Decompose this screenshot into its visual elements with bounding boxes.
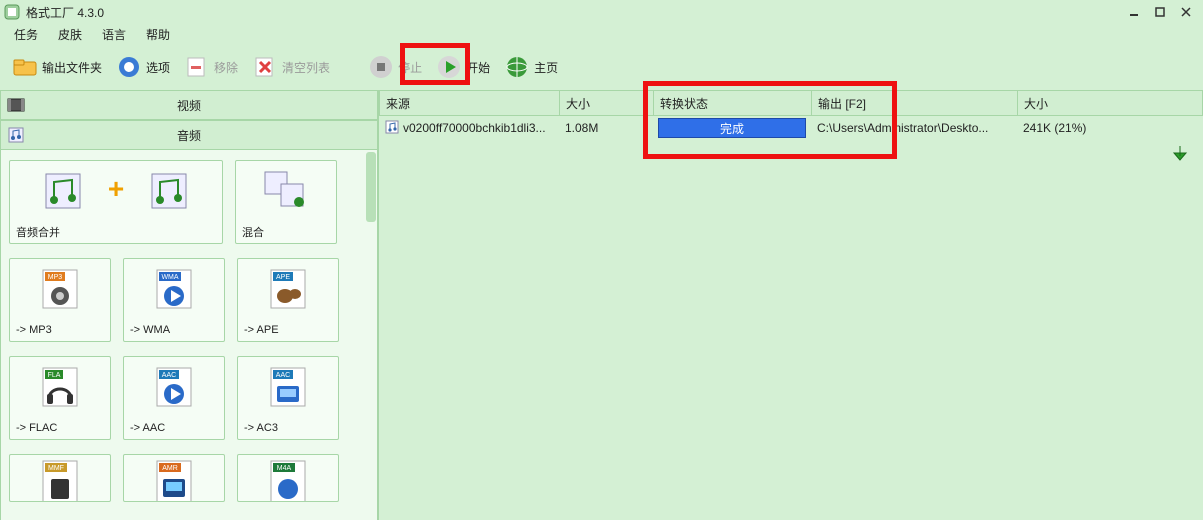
start-label: 开始: [466, 59, 490, 76]
video-icon: [7, 96, 25, 114]
file-audio-icon: [385, 120, 399, 137]
clear-button[interactable]: 清空列表: [246, 48, 336, 86]
home-button[interactable]: 主页: [498, 48, 564, 86]
svg-text:M4A: M4A: [277, 465, 292, 472]
col-status[interactable]: 转换状态: [654, 91, 812, 115]
stop-button[interactable]: 停止: [362, 48, 428, 86]
accordion-audio-label: 音频: [177, 127, 201, 144]
tile-wma-label: -> WMA: [130, 324, 170, 336]
app-title: 格式工厂 4.3.0: [26, 4, 104, 21]
tile-flac[interactable]: FLA -> FLAC: [9, 356, 111, 440]
maximize-button[interactable]: [1147, 3, 1173, 21]
remove-icon: [184, 54, 210, 80]
task-list-header: 来源 大小 转换状态 输出 [F2] 大小: [379, 90, 1203, 116]
task-output: C:\Users\Administrator\Deskto...: [817, 121, 988, 135]
tile-audio-merge[interactable]: + 音频合并: [9, 160, 223, 244]
svg-text:MMF: MMF: [48, 465, 64, 472]
start-button[interactable]: 开始: [430, 48, 496, 86]
scrollbar-thumb[interactable]: [366, 152, 376, 222]
svg-text:FLA: FLA: [48, 372, 61, 379]
close-button[interactable]: [1173, 3, 1199, 21]
menu-help[interactable]: 帮助: [138, 24, 178, 45]
menu-task[interactable]: 任务: [6, 24, 46, 45]
toolbar: 输出文件夹 选项 移除 清空列表 停止 开始 主页: [0, 44, 1203, 90]
task-size2: 241K (21%): [1023, 121, 1086, 135]
tile-wma[interactable]: WMA -> WMA: [123, 258, 225, 342]
output-folder-button[interactable]: 输出文件夹: [6, 48, 108, 86]
audio-pane: + 音频合并 混合: [0, 150, 378, 520]
home-label: 主页: [534, 59, 558, 76]
remove-label: 移除: [214, 59, 238, 76]
tile-aac-label: -> AAC: [130, 422, 165, 434]
options-icon: [116, 54, 142, 80]
svg-text:APE: APE: [276, 274, 290, 281]
start-icon: [436, 54, 462, 80]
col-size2[interactable]: 大小: [1018, 91, 1202, 115]
menubar: 任务 皮肤 语言 帮助: [0, 24, 1203, 44]
tile-flac-label: -> FLAC: [16, 422, 57, 434]
tile-amr[interactable]: AMR: [123, 454, 225, 502]
svg-text:AMR: AMR: [162, 465, 178, 472]
tile-mmf[interactable]: MMF: [9, 454, 111, 502]
minimize-button[interactable]: [1121, 3, 1147, 21]
tile-ac3[interactable]: AAC -> AC3: [237, 356, 339, 440]
col-size[interactable]: 大小: [560, 91, 654, 115]
audio-icon: [7, 126, 25, 144]
accordion-video-label: 视频: [177, 97, 201, 114]
tile-mix[interactable]: 混合: [235, 160, 337, 244]
clear-label: 清空列表: [282, 59, 330, 76]
svg-text:AAC: AAC: [162, 372, 176, 379]
stop-icon: [368, 54, 394, 80]
accordion-video[interactable]: 视频: [0, 90, 378, 120]
accordion-audio[interactable]: 音频: [0, 120, 378, 150]
tile-ac3-label: -> AC3: [244, 422, 278, 434]
tile-ape[interactable]: APE -> APE: [237, 258, 339, 342]
svg-text:MP3: MP3: [48, 274, 63, 281]
col-output[interactable]: 输出 [F2]: [812, 91, 1018, 115]
task-size: 1.08M: [565, 121, 598, 135]
task-row[interactable]: v0200ff70000bchkib1dli3... 1.08M 完成 C:\U…: [379, 116, 1203, 140]
folder-icon: [12, 54, 38, 80]
globe-icon: [504, 54, 530, 80]
options-label: 选项: [146, 59, 170, 76]
output-folder-label: 输出文件夹: [42, 59, 102, 76]
task-list-body: v0200ff70000bchkib1dli3... 1.08M 完成 C:\U…: [379, 116, 1203, 520]
arrow-down-icon: [1171, 144, 1189, 165]
task-src: v0200ff70000bchkib1dli3...: [403, 121, 546, 135]
svg-text:WMA: WMA: [161, 274, 178, 281]
tile-aac[interactable]: AAC -> AAC: [123, 356, 225, 440]
task-status: 完成: [658, 118, 806, 138]
menu-skin[interactable]: 皮肤: [50, 24, 90, 45]
svg-text:+: +: [108, 173, 124, 204]
col-source[interactable]: 来源: [380, 91, 560, 115]
tile-merge-label: 音频合并: [16, 224, 60, 240]
tile-mp3[interactable]: MP3 -> MP3: [9, 258, 111, 342]
menu-lang[interactable]: 语言: [94, 24, 134, 45]
tile-mp3-label: -> MP3: [16, 324, 52, 336]
tile-m4a[interactable]: M4A: [237, 454, 339, 502]
stop-label: 停止: [398, 59, 422, 76]
options-button[interactable]: 选项: [110, 48, 176, 86]
svg-text:AAC: AAC: [276, 372, 290, 379]
app-icon: [4, 4, 20, 20]
remove-button[interactable]: 移除: [178, 48, 244, 86]
tile-mix-label: 混合: [242, 224, 264, 240]
tile-ape-label: -> APE: [244, 324, 279, 336]
clear-icon: [252, 54, 278, 80]
